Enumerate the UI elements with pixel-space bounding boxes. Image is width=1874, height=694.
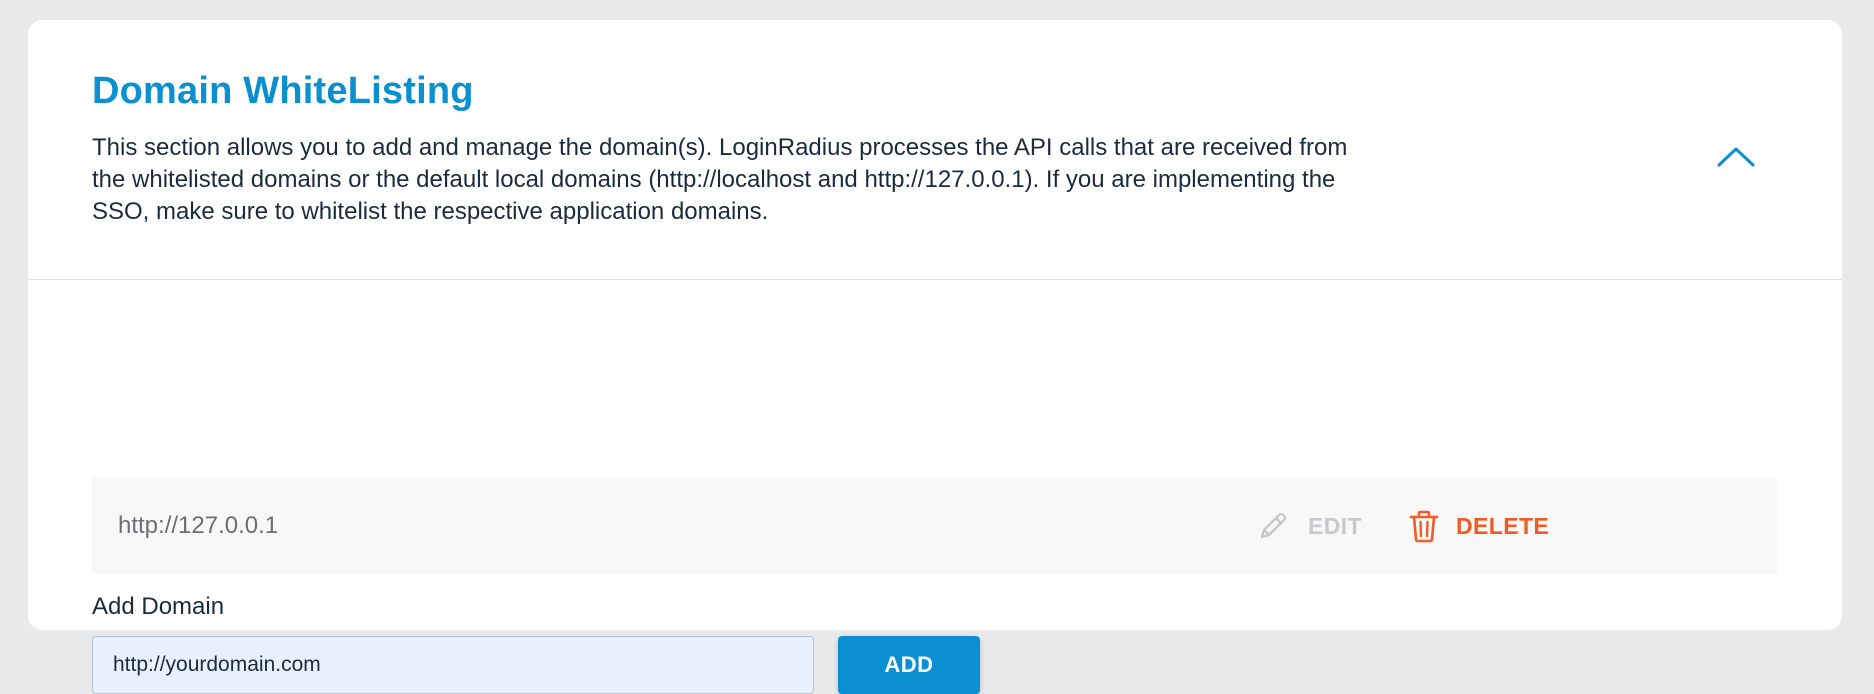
trash-icon <box>1408 509 1440 543</box>
edit-domain-button[interactable]: EDIT <box>1256 508 1362 544</box>
chevron-up-icon <box>1717 146 1755 168</box>
pencil-icon <box>1256 509 1290 543</box>
add-domain-label: Add Domain <box>92 593 225 620</box>
collapse-toggle-button[interactable] <box>1712 140 1760 174</box>
section-title: Domain WhiteListing <box>92 70 474 112</box>
domain-whitelisting-card: Domain WhiteListing This section allows … <box>28 20 1842 694</box>
delete-domain-button[interactable]: DELETE <box>1408 508 1549 544</box>
delete-label: DELETE <box>1456 512 1550 539</box>
section-description: This section allows you to add and manag… <box>92 134 1348 225</box>
domain-list-item: http://127.0.0.1 EDIT DELETE <box>92 478 1778 574</box>
domain-input[interactable] <box>92 636 814 694</box>
card-header: Domain WhiteListing This section allows … <box>28 20 1842 280</box>
edit-label: EDIT <box>1308 512 1362 539</box>
add-domain-button[interactable]: ADD <box>838 636 980 694</box>
domain-value: http://127.0.0.1 <box>118 512 279 539</box>
